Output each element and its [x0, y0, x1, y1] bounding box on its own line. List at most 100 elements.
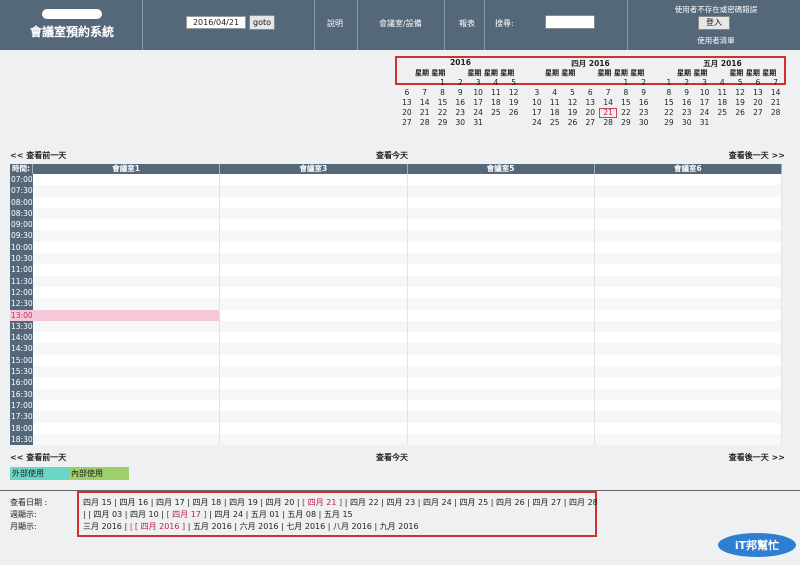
calendar-day[interactable]: 12 [505, 88, 523, 98]
date-link[interactable]: 四月 16 [120, 498, 149, 507]
booking-slot[interactable] [594, 411, 782, 423]
booking-slot[interactable] [407, 332, 595, 344]
calendar-day[interactable]: 14 [416, 98, 434, 108]
calendar-day[interactable]: 18 [487, 98, 505, 108]
booking-slot[interactable] [220, 264, 408, 276]
calendar-day[interactable]: 4 [713, 78, 731, 88]
date-link[interactable]: 四月 20 [266, 498, 295, 507]
date-link[interactable]: 四月 10 [130, 510, 159, 519]
booking-slot[interactable] [407, 433, 595, 446]
booking-slot[interactable] [33, 230, 221, 242]
booking-slot[interactable] [594, 241, 782, 254]
calendar-day[interactable]: 25 [546, 118, 564, 128]
booking-slot[interactable] [33, 320, 221, 333]
date-link[interactable]: [ 四月 17 ] [167, 510, 207, 519]
calendar-day[interactable]: 23 [678, 108, 696, 118]
booking-slot[interactable] [407, 388, 595, 400]
calendar-day[interactable]: 20 [749, 98, 767, 108]
calendar-day[interactable]: 8 [660, 88, 678, 98]
calendar-day[interactable]: 2 [678, 78, 696, 88]
calendar-day[interactable]: 20 [581, 108, 599, 118]
booking-slot[interactable] [33, 185, 221, 197]
room-header[interactable]: 會議室6 [595, 164, 782, 174]
calendar-day[interactable]: 12 [564, 98, 582, 108]
booking-slot[interactable] [407, 377, 595, 389]
date-link[interactable]: | [ 四月 2016 ] [130, 522, 185, 531]
booking-slot[interactable] [407, 298, 595, 310]
calendar-day[interactable]: 28 [416, 118, 434, 128]
calendar-day[interactable]: 26 [505, 108, 523, 118]
booking-slot[interactable] [220, 422, 408, 434]
booking-slot[interactable] [407, 399, 595, 412]
calendar-day[interactable]: 27 [398, 118, 416, 128]
login-button[interactable]: 登入 [698, 16, 730, 30]
calendar-day[interactable]: 30 [678, 118, 696, 128]
booking-slot[interactable] [33, 377, 221, 389]
booking-slot[interactable] [220, 174, 408, 186]
date-link[interactable]: 四月 19 [229, 498, 258, 507]
booking-slot[interactable] [220, 298, 408, 310]
calendar-day[interactable]: 22 [434, 108, 452, 118]
calendar-day[interactable]: 13 [581, 98, 599, 108]
booking-slot[interactable] [407, 207, 595, 220]
booking-slot[interactable] [407, 411, 595, 423]
booking-slot[interactable] [220, 219, 408, 231]
booking-slot[interactable] [220, 388, 408, 400]
next-day-link[interactable]: 查看後一天 >> [729, 150, 785, 161]
booking-slot[interactable] [33, 286, 221, 299]
booking-slot[interactable] [220, 185, 408, 197]
calendar-day[interactable]: 16 [451, 98, 469, 108]
date-link[interactable]: 八月 2016 [333, 522, 372, 531]
mini-calendar-title[interactable]: 五月 2016 [660, 58, 785, 68]
calendar-day[interactable]: 11 [546, 98, 564, 108]
date-link[interactable]: 四月 17 [156, 498, 185, 507]
today-link[interactable]: 查看今天 [376, 452, 408, 463]
calendar-day[interactable]: 19 [564, 108, 582, 118]
booking-slot[interactable] [220, 332, 408, 344]
date-link[interactable]: 四月 24 [214, 510, 243, 519]
calendar-day[interactable]: 26 [731, 108, 749, 118]
booking-slot[interactable] [407, 253, 595, 265]
booking-slot[interactable] [594, 366, 782, 378]
calendar-day[interactable]: 15 [434, 98, 452, 108]
booking-slot[interactable] [594, 253, 782, 265]
booking-slot[interactable] [33, 354, 221, 367]
calendar-day[interactable]: 1 [434, 78, 452, 88]
calendar-day[interactable]: 15 [617, 98, 635, 108]
booking-slot[interactable] [220, 253, 408, 265]
calendar-day[interactable]: 9 [678, 88, 696, 98]
calendar-day[interactable]: 6 [398, 88, 416, 98]
calendar-day[interactable]: 1 [617, 78, 635, 88]
user-list-link[interactable]: 使用者清單 [636, 35, 796, 46]
calendar-day[interactable]: 10 [528, 98, 546, 108]
calendar-day[interactable]: 28 [767, 108, 785, 118]
booking-slot[interactable] [407, 196, 595, 208]
room-header[interactable]: 會議室1 [33, 164, 221, 174]
booking-slot[interactable] [407, 309, 595, 321]
calendar-day[interactable]: 18 [546, 108, 564, 118]
date-link[interactable]: 四月 24 [423, 498, 452, 507]
booking-slot[interactable] [33, 219, 221, 231]
calendar-day[interactable]: 18 [713, 98, 731, 108]
booking-slot[interactable] [594, 388, 782, 400]
booking-slot[interactable] [594, 196, 782, 208]
calendar-day[interactable]: 17 [469, 98, 487, 108]
booking-slot[interactable] [407, 320, 595, 333]
calendar-day[interactable]: 21 [767, 98, 785, 108]
booking-slot[interactable] [220, 241, 408, 254]
booking-slot[interactable] [33, 253, 221, 265]
booking-slot[interactable] [594, 399, 782, 412]
calendar-day[interactable]: 2 [451, 78, 469, 88]
booking-slot[interactable] [407, 286, 595, 299]
booking-slot[interactable] [407, 219, 595, 231]
booking-slot[interactable] [33, 241, 221, 254]
calendar-day[interactable]: 5 [731, 78, 749, 88]
booking-slot[interactable] [594, 298, 782, 310]
calendar-day[interactable]: 8 [434, 88, 452, 98]
booking-slot[interactable] [33, 343, 221, 355]
calendar-day[interactable]: 3 [696, 78, 714, 88]
date-link[interactable]: 四月 18 [193, 498, 222, 507]
booking-slot[interactable] [220, 230, 408, 242]
calendar-day[interactable]: 22 [660, 108, 678, 118]
date-link[interactable]: 四月 03 [93, 510, 122, 519]
